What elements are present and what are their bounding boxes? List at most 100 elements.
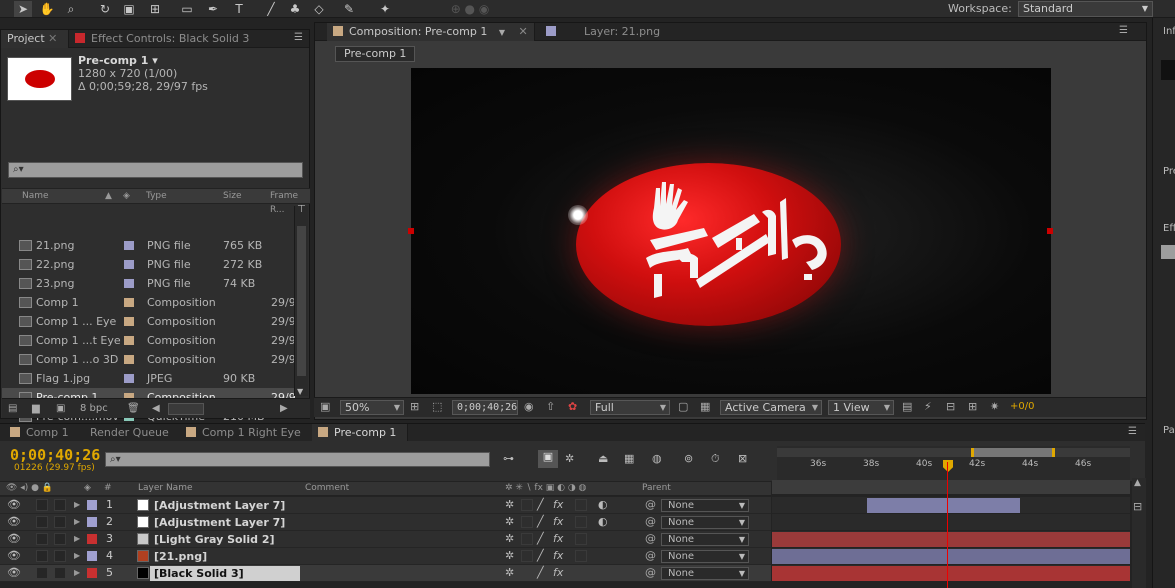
work-area-bar[interactable] [777, 448, 1130, 457]
layer-row[interactable]: 👁 ▶ 3 [Light Gray Solid 2] ✲ ╱ fx @ None ▼ [0, 531, 771, 548]
fast-previews-icon[interactable]: ⚡ [924, 400, 932, 413]
collapse-switch[interactable] [521, 499, 533, 511]
resolution-select[interactable]: Full ▼ [590, 400, 670, 415]
effects-search-icon[interactable] [1161, 245, 1175, 259]
clone-stamp-tool-icon[interactable]: ♣ [286, 1, 304, 17]
project-search-input[interactable]: ⌕▾ [8, 162, 303, 178]
frame-blending-icon[interactable]: ⏏ [598, 452, 608, 465]
layer-handle-left[interactable] [408, 228, 414, 234]
workspace-select[interactable]: Standard ▼ [1018, 1, 1153, 17]
close-icon[interactable]: ✕ [518, 25, 527, 38]
layer-track[interactable] [772, 497, 1130, 513]
layer-name[interactable]: [Adjustment Layer 7] [150, 498, 300, 513]
eye-icon[interactable]: 👁 [7, 497, 21, 513]
eraser-tool-icon[interactable]: ◇ [310, 1, 328, 17]
column-type[interactable]: Type [146, 189, 167, 203]
type-tool-icon[interactable]: T [230, 1, 248, 17]
adjustment-switch-icon[interactable]: ◐ [598, 514, 608, 530]
project-item-row[interactable]: Comp 1 Composition 29/9 [2, 293, 296, 312]
layer-row[interactable]: 👁 ▶ 2 [Adjustment Layer 7] ✲ ╱ fx ◐ @ None ▼ [0, 514, 771, 531]
rectangle-tool-icon[interactable]: ▭ [178, 1, 196, 17]
adjustment-switch-icon[interactable]: ◐ [598, 497, 608, 513]
expand-arrow-icon[interactable]: ▶ [74, 548, 80, 564]
work-area-range[interactable] [971, 448, 1055, 457]
eye-icon[interactable]: 👁 [7, 531, 21, 547]
show-snapshot-icon[interactable]: ⇧ [546, 400, 555, 413]
expand-arrow-icon[interactable]: ▶ [74, 514, 80, 530]
transparency-grid-icon[interactable]: ▦ [700, 400, 710, 413]
auto-keyframe-icon[interactable]: ⊚ [684, 452, 693, 465]
layer-row[interactable]: 👁 ▶ 5 [Black Solid 3] ✲ ╱ fx @ None ▼ [0, 565, 771, 582]
chevron-down-icon[interactable]: ▼ [499, 28, 505, 37]
lock-toggle[interactable] [54, 516, 66, 528]
project-item-row[interactable]: 22.png PNG file 272 KB [2, 255, 294, 274]
color-depth[interactable]: 8 bpc [80, 399, 108, 419]
camera-select[interactable]: Active Camera ▼ [720, 400, 822, 415]
panel-menu-icon[interactable]: ☰ [1119, 25, 1128, 36]
views-select[interactable]: 1 View ▼ [828, 400, 894, 415]
column-layer-name[interactable]: Layer Name [138, 482, 193, 495]
eye-icon[interactable]: 👁 [7, 514, 21, 530]
timeline-search-input[interactable]: ⌕▾ [105, 452, 490, 467]
shy-switch-icon[interactable]: ✲ [505, 548, 514, 564]
layer-name[interactable]: [Adjustment Layer 7] [150, 515, 300, 530]
expand-arrow-icon[interactable]: ▶ [74, 565, 80, 581]
parent-select[interactable]: None ▼ [661, 499, 749, 512]
selection-tool-icon[interactable]: ➤ [14, 1, 32, 17]
parent-select[interactable]: None ▼ [661, 550, 749, 563]
new-comp-icon[interactable]: ▣ [56, 399, 65, 419]
draft-3d-icon[interactable]: ▣ [538, 450, 558, 468]
camera-tool-icon[interactable]: ▣ [120, 1, 138, 17]
tab-effect-controls[interactable]: Effect Controls: Black Solid 3 [69, 30, 274, 48]
quality-switch-icon[interactable]: ╱ [537, 514, 544, 530]
label-color-swatch[interactable] [124, 260, 134, 269]
label-color-swatch[interactable] [124, 355, 134, 364]
label-color-swatch[interactable] [87, 534, 97, 544]
exposure-icon[interactable]: ✷ [990, 400, 999, 413]
solo-toggle[interactable] [36, 499, 48, 511]
tab-pre-comp-1[interactable]: Pre-comp 1 ✕ [312, 424, 408, 457]
frame-blend-switch[interactable] [575, 533, 587, 545]
column-name[interactable]: Name [22, 189, 49, 203]
project-item-row[interactable]: 21.png PNG file 765 KB [2, 236, 294, 255]
time-ruler[interactable]: 36s 38s 40s 42s 44s 46s [777, 446, 1130, 480]
zoom-select[interactable]: 50% ▼ [340, 400, 404, 415]
collapse-switch[interactable] [521, 533, 533, 545]
layer-row[interactable]: 👁 ▶ 4 [21.png] ✲ ╱ fx @ None ▼ [0, 548, 771, 565]
label-color-swatch[interactable] [124, 298, 134, 307]
shy-switch-icon[interactable]: ✲ [505, 531, 514, 547]
panel-menu-icon[interactable]: ☰ [294, 32, 303, 43]
eye-icon[interactable]: 👁 [7, 548, 21, 564]
column-parent[interactable]: Parent [642, 482, 671, 495]
project-item-row[interactable]: Flag 1.jpg JPEG 90 KB [2, 369, 294, 388]
hand-tool-icon[interactable]: ✋ [38, 1, 56, 17]
lock-toggle[interactable] [54, 567, 66, 579]
label-color-swatch[interactable] [87, 517, 97, 527]
label-color-swatch[interactable] [124, 374, 134, 383]
pick-whip-icon[interactable]: @ [645, 497, 656, 513]
pan-behind-tool-icon[interactable]: ⊞ [146, 1, 164, 17]
layer-duration-bar[interactable] [772, 532, 1130, 547]
frame-blend-switch[interactable] [575, 550, 587, 562]
timeline-nav-bar[interactable] [772, 480, 1130, 494]
panel-menu-icon[interactable]: ☰ [1128, 426, 1137, 437]
stopwatch-icon[interactable]: ⏱ [711, 452, 720, 466]
axis-mode-icons[interactable]: ⊕ ● ◉ [440, 1, 500, 17]
preview-tab-label[interactable]: Pre [1163, 166, 1175, 177]
layer-name[interactable]: [Black Solid 3] [150, 566, 300, 581]
shy-switch-icon[interactable]: ✲ [505, 514, 514, 530]
hide-shy-layers-icon[interactable]: ✲ [565, 452, 574, 465]
frame-blend-switch[interactable] [575, 499, 587, 511]
flowchart-icon[interactable]: ⊤ [297, 204, 306, 215]
label-color-swatch[interactable] [87, 568, 97, 578]
lock-toggle[interactable] [54, 533, 66, 545]
column-comment[interactable]: Comment [305, 482, 349, 495]
effect-switch-icon[interactable]: fx [553, 531, 563, 547]
effect-switch-icon[interactable]: fx [553, 548, 563, 564]
scrollbar-thumb[interactable] [297, 226, 306, 376]
toggle-pixel-aspect-icon[interactable]: ▤ [902, 400, 912, 413]
puppet-tool-icon[interactable]: ✦ [376, 1, 394, 17]
current-time-indicator-icon[interactable] [943, 460, 953, 472]
parent-select[interactable]: None ▼ [661, 533, 749, 546]
layer-name[interactable]: [Light Gray Solid 2] [150, 532, 300, 547]
